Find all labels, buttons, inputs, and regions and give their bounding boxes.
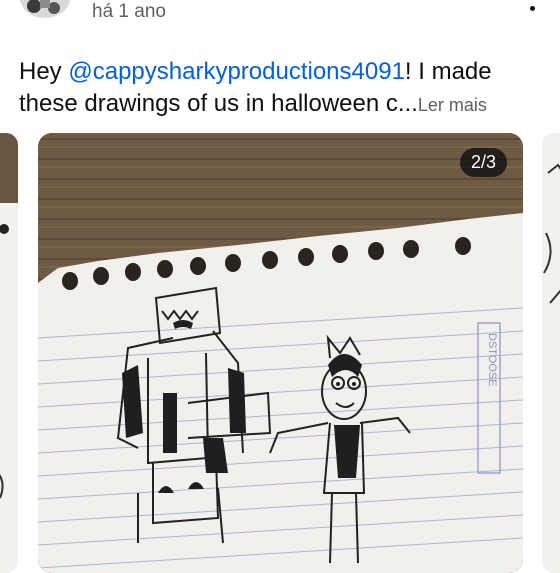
previous-image-content: [0, 133, 18, 573]
next-image-content: [542, 133, 560, 573]
post-text-intro: Hey: [19, 58, 69, 85]
more-vert-icon: [529, 5, 535, 11]
more-options-button[interactable]: [518, 0, 546, 22]
post-text-after-mention: ! I made: [404, 58, 492, 85]
image-carousel[interactable]: DSTOOSE 2/3: [0, 133, 560, 573]
read-more-button[interactable]: Ler mais: [418, 95, 487, 115]
post-text-line-2-content: these drawings of us in halloween c...: [19, 90, 418, 117]
channel-avatar[interactable]: [20, 0, 70, 18]
mention-link[interactable]: @cappysharkyproductions4091: [68, 58, 405, 85]
paper-stamp-text: DSTOOSE: [486, 333, 498, 387]
post-timestamp: há 1 ano: [92, 1, 166, 22]
next-image[interactable]: [542, 133, 560, 573]
post-text-line-1: Hey @cappysharkyproductions4091! I made: [19, 56, 549, 88]
previous-image[interactable]: [0, 133, 18, 573]
post-text: Hey @cappysharkyproductions4091! I made …: [19, 56, 549, 121]
avatar-image: [20, 0, 70, 18]
paper-stamp: DSTOOSE: [486, 333, 498, 387]
halloween-drawing-image: DSTOOSE: [38, 133, 523, 573]
current-image[interactable]: DSTOOSE 2/3: [38, 133, 523, 573]
post-text-line-2: these drawings of us in halloween c...Le…: [19, 88, 549, 121]
image-counter: 2/3: [459, 148, 507, 177]
